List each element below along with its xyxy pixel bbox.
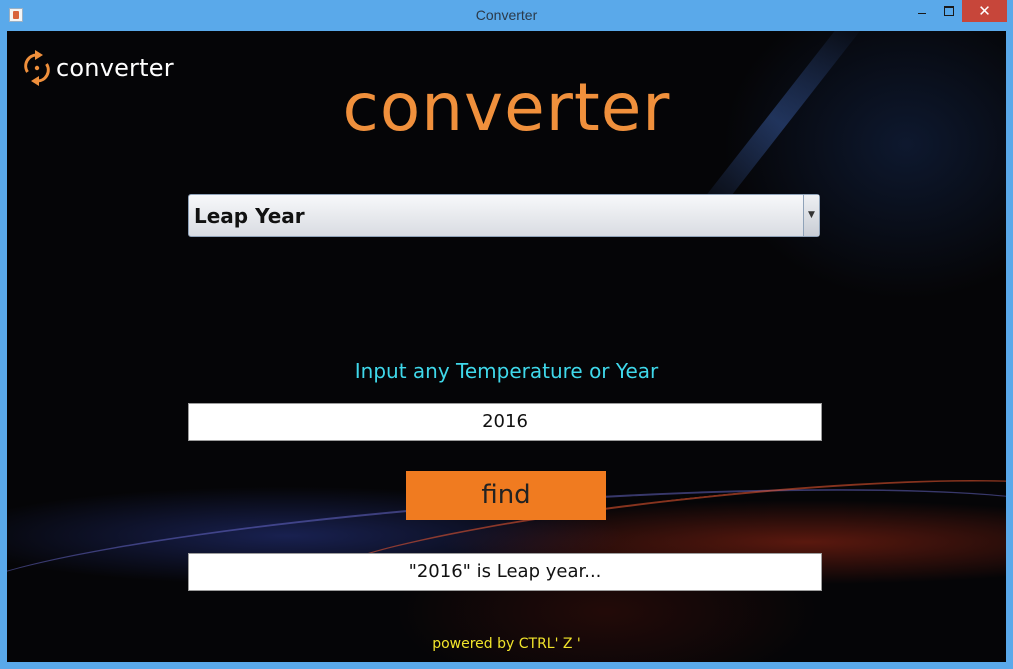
input-prompt-label: Input any Temperature or Year [354,359,659,383]
converter-type-select[interactable]: Leap Year ▼ [188,194,820,237]
app-window: Converter ✕ converter converter Leap Yea… [0,0,1013,669]
close-icon: ✕ [978,2,991,20]
footer-credit: powered by CTRL' Z ' [432,636,581,652]
page-title: converter [342,69,671,146]
window-title: Converter [475,7,538,23]
value-input[interactable]: 2016 [188,403,822,441]
select-value: Leap Year [194,204,305,228]
find-button[interactable]: find [406,471,606,520]
close-button[interactable]: ✕ [962,0,1007,22]
main-panel: converter converter Leap Year ▼ Input an… [7,31,1006,662]
minimize-icon [918,12,926,14]
chevron-down-icon[interactable]: ▼ [803,195,819,236]
minimize-button[interactable] [908,0,936,22]
result-field: "2016" is Leap year... [188,553,822,591]
maximize-icon [944,6,954,16]
maximize-button[interactable] [936,0,962,22]
title-bar[interactable]: Converter ✕ [0,0,1013,31]
